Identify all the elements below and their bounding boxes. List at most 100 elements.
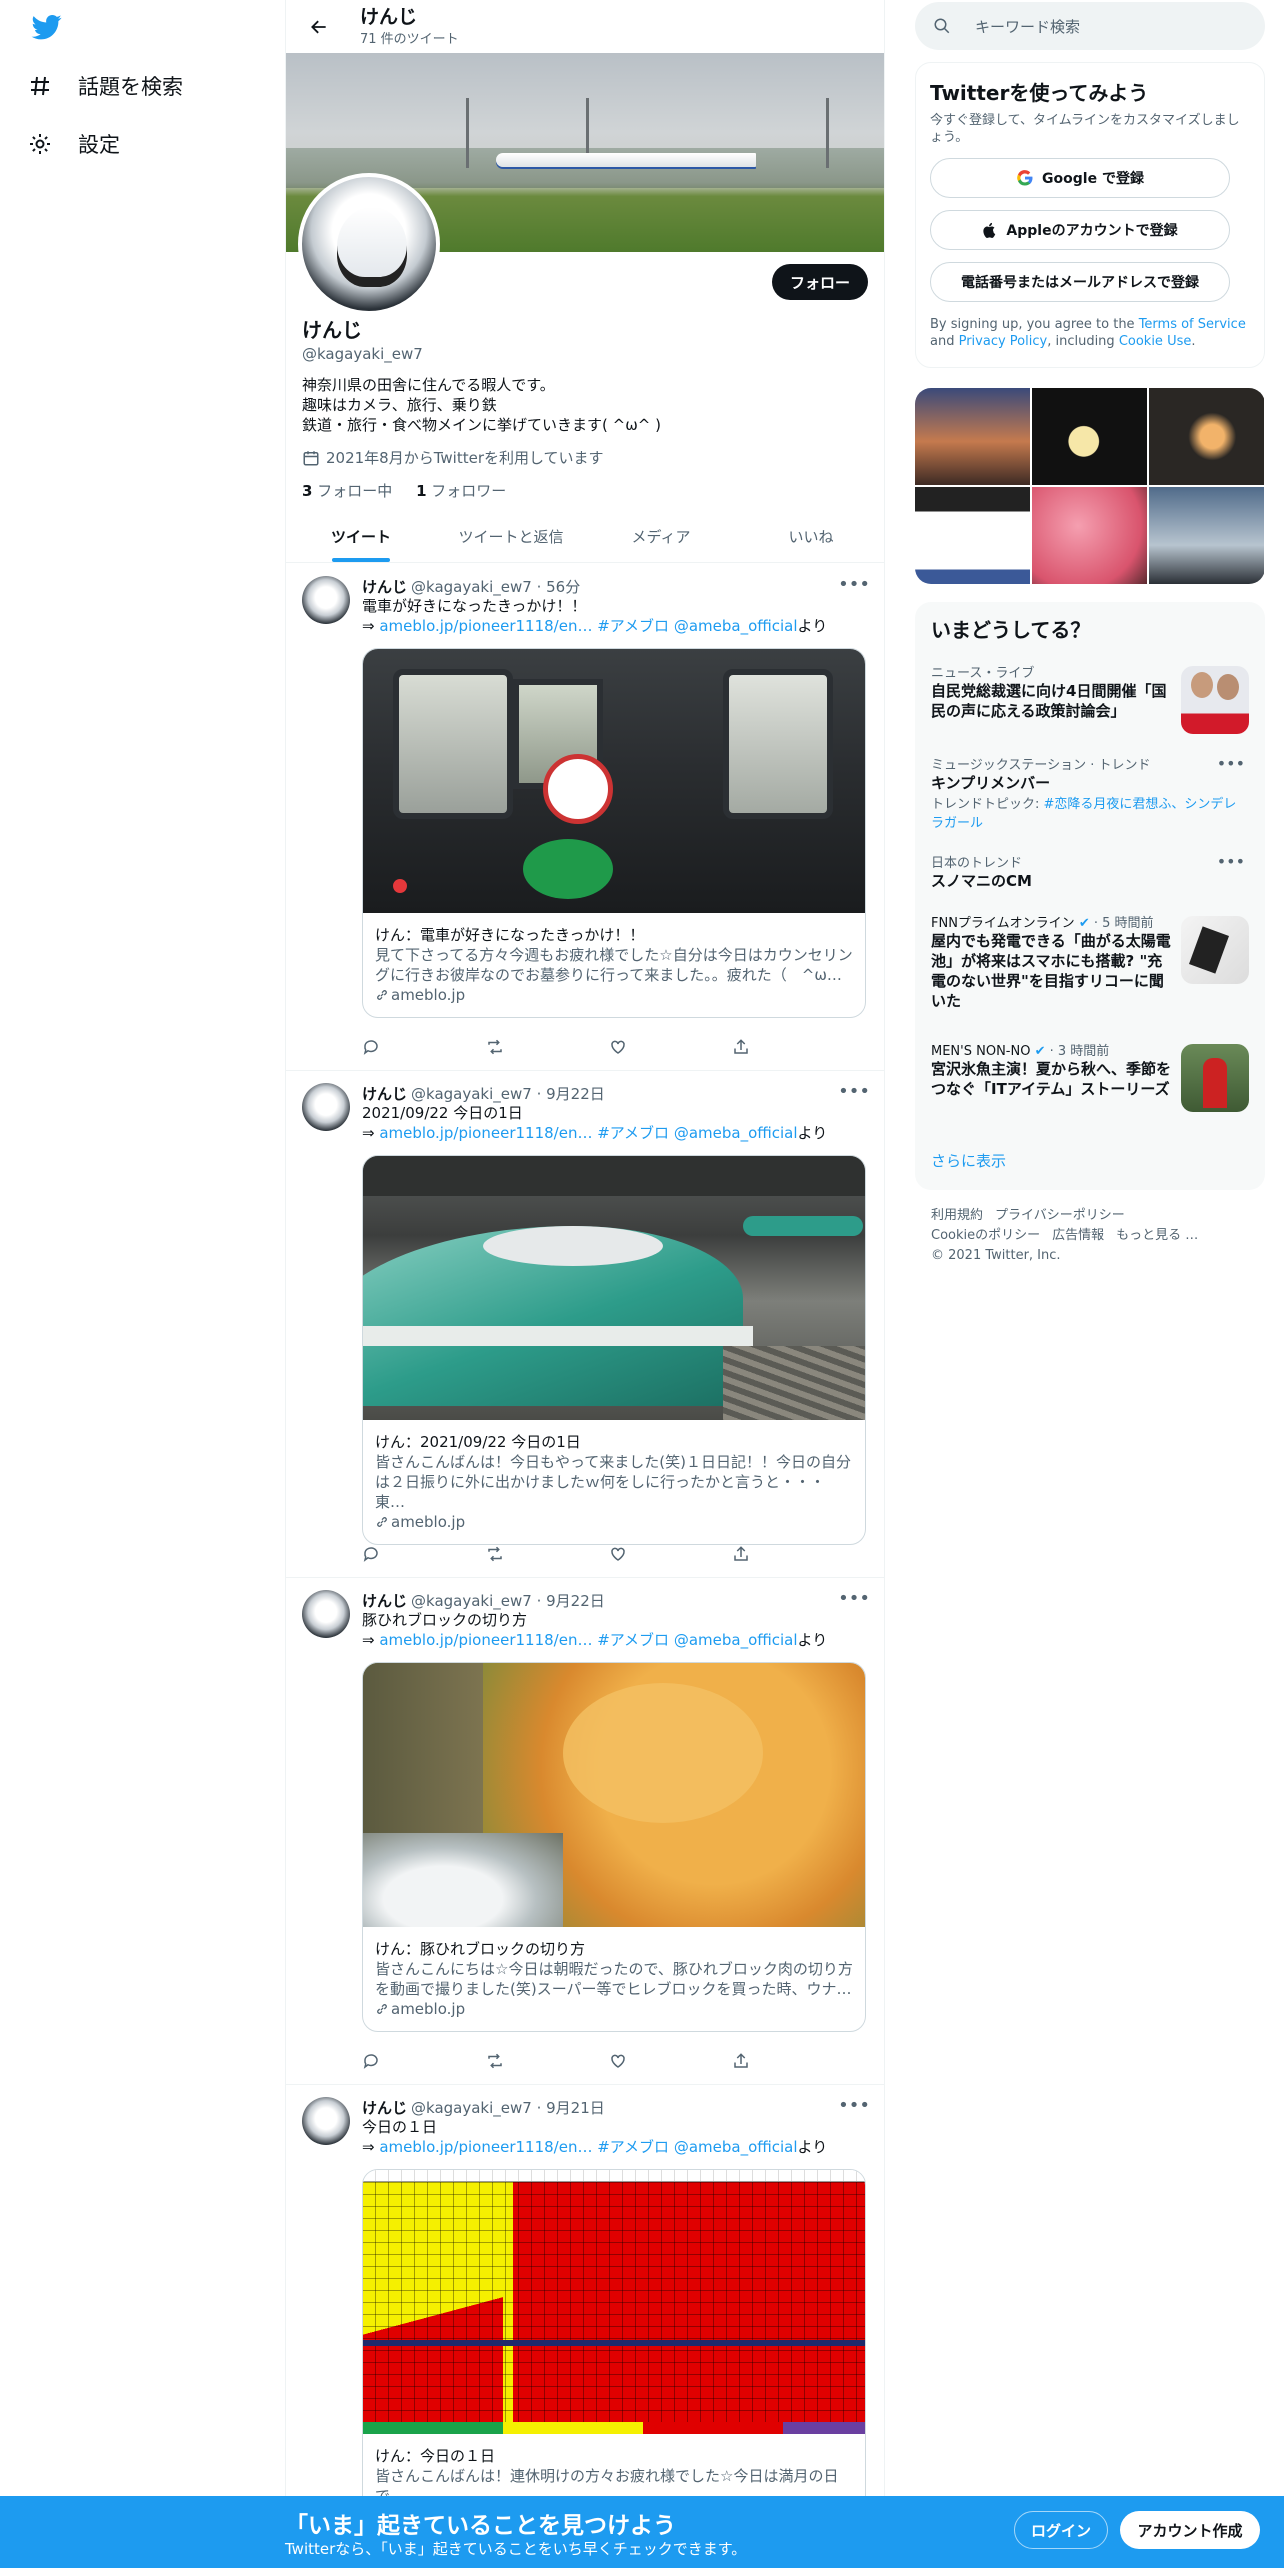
- tweet-avatar[interactable]: [302, 576, 350, 624]
- footer-link[interactable]: 広告情報: [1052, 1228, 1104, 1243]
- share-icon[interactable]: [732, 1038, 752, 1058]
- tweet-hashtag[interactable]: #アメブロ: [597, 2138, 669, 2156]
- share-icon[interactable]: [732, 2052, 752, 2072]
- link-card[interactable]: けん：電車が好きになったきっかけ！！ 見て下さってる方々今週もお疲れ様でした☆自…: [362, 648, 866, 1018]
- tweet-link[interactable]: ameblo.jp/pioneer1118/en…: [379, 617, 592, 635]
- link-card[interactable]: けん：今日の１日 皆さんこんばんは！連休明けの方々お疲れ様でした☆今日は満月の日…: [362, 2169, 866, 2519]
- footer-link[interactable]: もっと見る …: [1116, 1228, 1198, 1243]
- cookie-link[interactable]: Cookie Use: [1119, 334, 1192, 349]
- privacy-link[interactable]: Privacy Policy: [959, 334, 1048, 349]
- more-options-icon[interactable]: •••: [838, 1081, 870, 1102]
- card-title: けん：電車が好きになったきっかけ！！: [375, 926, 645, 944]
- tweet-author[interactable]: けんじ: [362, 1083, 407, 1104]
- trend-item[interactable]: ミュージックステーション · トレンド キンプリメンバー トレンドトピック: #…: [931, 754, 1249, 831]
- footer-link[interactable]: プライバシーポリシー: [995, 1208, 1125, 1223]
- signup-title: Twitterを使ってみよう: [930, 81, 1149, 105]
- nav-explore-label: 話題を検索: [78, 75, 183, 99]
- reply-icon[interactable]: [362, 2052, 382, 2072]
- profile-stats: 3 フォロー中 1 フォロワー: [302, 480, 872, 501]
- retweet-icon[interactable]: [485, 2052, 505, 2072]
- tweet-text: 豚ひれブロックの切り方: [362, 1611, 528, 1629]
- tweet-avatar[interactable]: [302, 2097, 350, 2145]
- footer-links: 利用規約 プライバシーポリシー Cookieのポリシー 広告情報 もっと見る … © …: [931, 1206, 1261, 1266]
- trend-item[interactable]: 日本のトレンド スノマニのCM •••: [931, 852, 1249, 891]
- tab-tweets-replies[interactable]: ツイートと返信: [436, 510, 586, 562]
- photo-thumbnail[interactable]: [1032, 388, 1147, 485]
- twitter-logo-icon[interactable]: [30, 12, 66, 48]
- more-options-icon[interactable]: •••: [1217, 852, 1245, 871]
- like-icon[interactable]: [609, 1038, 629, 1058]
- nav-settings[interactable]: 設定: [28, 118, 120, 170]
- retweet-icon[interactable]: [485, 1038, 505, 1058]
- card-image-train-front: [363, 649, 865, 913]
- profile-avatar[interactable]: [298, 173, 440, 315]
- google-signup-button[interactable]: Google で登録: [930, 158, 1230, 198]
- tweet-link[interactable]: ameblo.jp/pioneer1118/en…: [379, 1124, 592, 1142]
- card-title: けん：豚ひれブロックの切り方: [375, 1940, 586, 1958]
- tweet-avatar[interactable]: [302, 1083, 350, 1131]
- tweet-link[interactable]: ameblo.jp/pioneer1118/en…: [379, 1631, 592, 1649]
- tweet-actions: [362, 1038, 812, 1058]
- search-box[interactable]: キーワード検索: [915, 2, 1265, 50]
- tab-media[interactable]: メディア: [586, 510, 736, 562]
- copyright: © 2021 Twitter, Inc.: [931, 1248, 1061, 1263]
- share-icon[interactable]: [732, 1545, 752, 1565]
- tweet[interactable]: けんじ @kagayaki_ew7 · 9月22日 ••• 豚ひれブロックの切り方…: [286, 1578, 884, 2085]
- tab-tweets[interactable]: ツイート: [286, 510, 436, 562]
- tweet-hashtag[interactable]: #アメブロ: [597, 617, 669, 635]
- tweet-link[interactable]: ameblo.jp/pioneer1118/en…: [379, 2138, 592, 2156]
- tweet-author[interactable]: けんじ: [362, 2097, 407, 2118]
- more-options-icon[interactable]: •••: [838, 1588, 870, 1609]
- photo-thumbnail[interactable]: [1032, 487, 1147, 584]
- follow-button[interactable]: フォロー: [771, 264, 868, 300]
- tweet-hashtag[interactable]: #アメブロ: [597, 1631, 669, 1649]
- following-link[interactable]: 3 フォロー中: [302, 482, 392, 500]
- followers-link[interactable]: 1 フォロワー: [416, 482, 506, 500]
- photo-thumbnail[interactable]: [1149, 388, 1264, 485]
- back-button[interactable]: [302, 10, 336, 44]
- more-options-icon[interactable]: •••: [838, 2095, 870, 2116]
- terms-link[interactable]: Terms of Service: [1139, 317, 1246, 332]
- tweet-avatar[interactable]: [302, 1590, 350, 1638]
- tweet-hashtag[interactable]: #アメブロ: [597, 1124, 669, 1142]
- tweet-author[interactable]: けんじ: [362, 1590, 407, 1611]
- signup-panel: Twitterを使ってみよう 今すぐ登録して、タイムラインをカスタマイズしましょ…: [915, 62, 1265, 368]
- nav-explore[interactable]: 話題を検索: [28, 60, 183, 112]
- trend-item[interactable]: ニュース・ライブ 自民党総裁選に向け4日間開催「国民の声に応える政策討論会」: [931, 662, 1249, 738]
- trend-news-item[interactable]: MEN'S NON-NO ✔ · 3 時間前 宮沢氷魚主演！夏から秋へ、季節をつ…: [931, 1040, 1249, 1120]
- footer-link[interactable]: 利用規約: [931, 1208, 983, 1223]
- tweet[interactable]: けんじ @kagayaki_ew7 · 9月22日 ••• 2021/09/22 …: [286, 1071, 884, 1578]
- reply-icon[interactable]: [362, 1038, 382, 1058]
- link-card[interactable]: けん：2021/09/22 今日の1日 皆さんこんばんは！今日もやって来ました(…: [362, 1155, 866, 1545]
- photo-thumbnail[interactable]: [915, 388, 1030, 485]
- tweet-meta: @kagayaki_ew7 · 9月22日: [411, 1084, 605, 1103]
- tweet-mention[interactable]: @ameba_official: [674, 1631, 798, 1649]
- like-icon[interactable]: [609, 2052, 629, 2072]
- retweet-icon[interactable]: [485, 1545, 505, 1565]
- phone-email-signup-button[interactable]: 電話番号またはメールアドレスで登録: [930, 262, 1230, 302]
- photo-thumbnail[interactable]: [915, 487, 1030, 584]
- photo-thumbnail[interactable]: [1149, 487, 1264, 584]
- show-more-link[interactable]: さらに表示: [931, 1150, 1006, 1171]
- tweet-mention[interactable]: @ameba_official: [674, 617, 798, 635]
- apple-signup-button[interactable]: Appleのアカウントで登録: [930, 210, 1230, 250]
- trend-news-item[interactable]: FNNプライムオンライン ✔ · 5 時間前 屋内でも発電できる「曲がる太陽電池…: [931, 912, 1249, 1022]
- login-button[interactable]: ログイン: [1014, 2511, 1108, 2549]
- tweet-mention[interactable]: @ameba_official: [674, 1124, 798, 1142]
- link-icon: [377, 2004, 387, 2014]
- tweet-author[interactable]: けんじ: [362, 576, 407, 597]
- link-card[interactable]: けん：豚ひれブロックの切り方 皆さんこんにちは☆今日は朝暇だったので、豚ひれブロ…: [362, 1662, 866, 2032]
- profile-handle: @kagayaki_ew7: [302, 345, 423, 363]
- left-navigation: 話題を検索 設定: [0, 0, 285, 2568]
- more-options-icon[interactable]: •••: [1217, 754, 1245, 773]
- card-image-shinkansen: [363, 1156, 865, 1420]
- more-options-icon[interactable]: •••: [838, 574, 870, 595]
- footer-link[interactable]: Cookieのポリシー: [931, 1228, 1040, 1243]
- like-icon[interactable]: [609, 1545, 629, 1565]
- tab-likes[interactable]: いいね: [736, 510, 884, 562]
- banner-train: [496, 153, 756, 167]
- signup-button[interactable]: アカウント作成: [1120, 2511, 1260, 2549]
- reply-icon[interactable]: [362, 1545, 382, 1565]
- tweet[interactable]: けんじ @kagayaki_ew7 · 56分 ••• 電車が好きになったきっかけ…: [286, 564, 884, 1071]
- tweet-mention[interactable]: @ameba_official: [674, 2138, 798, 2156]
